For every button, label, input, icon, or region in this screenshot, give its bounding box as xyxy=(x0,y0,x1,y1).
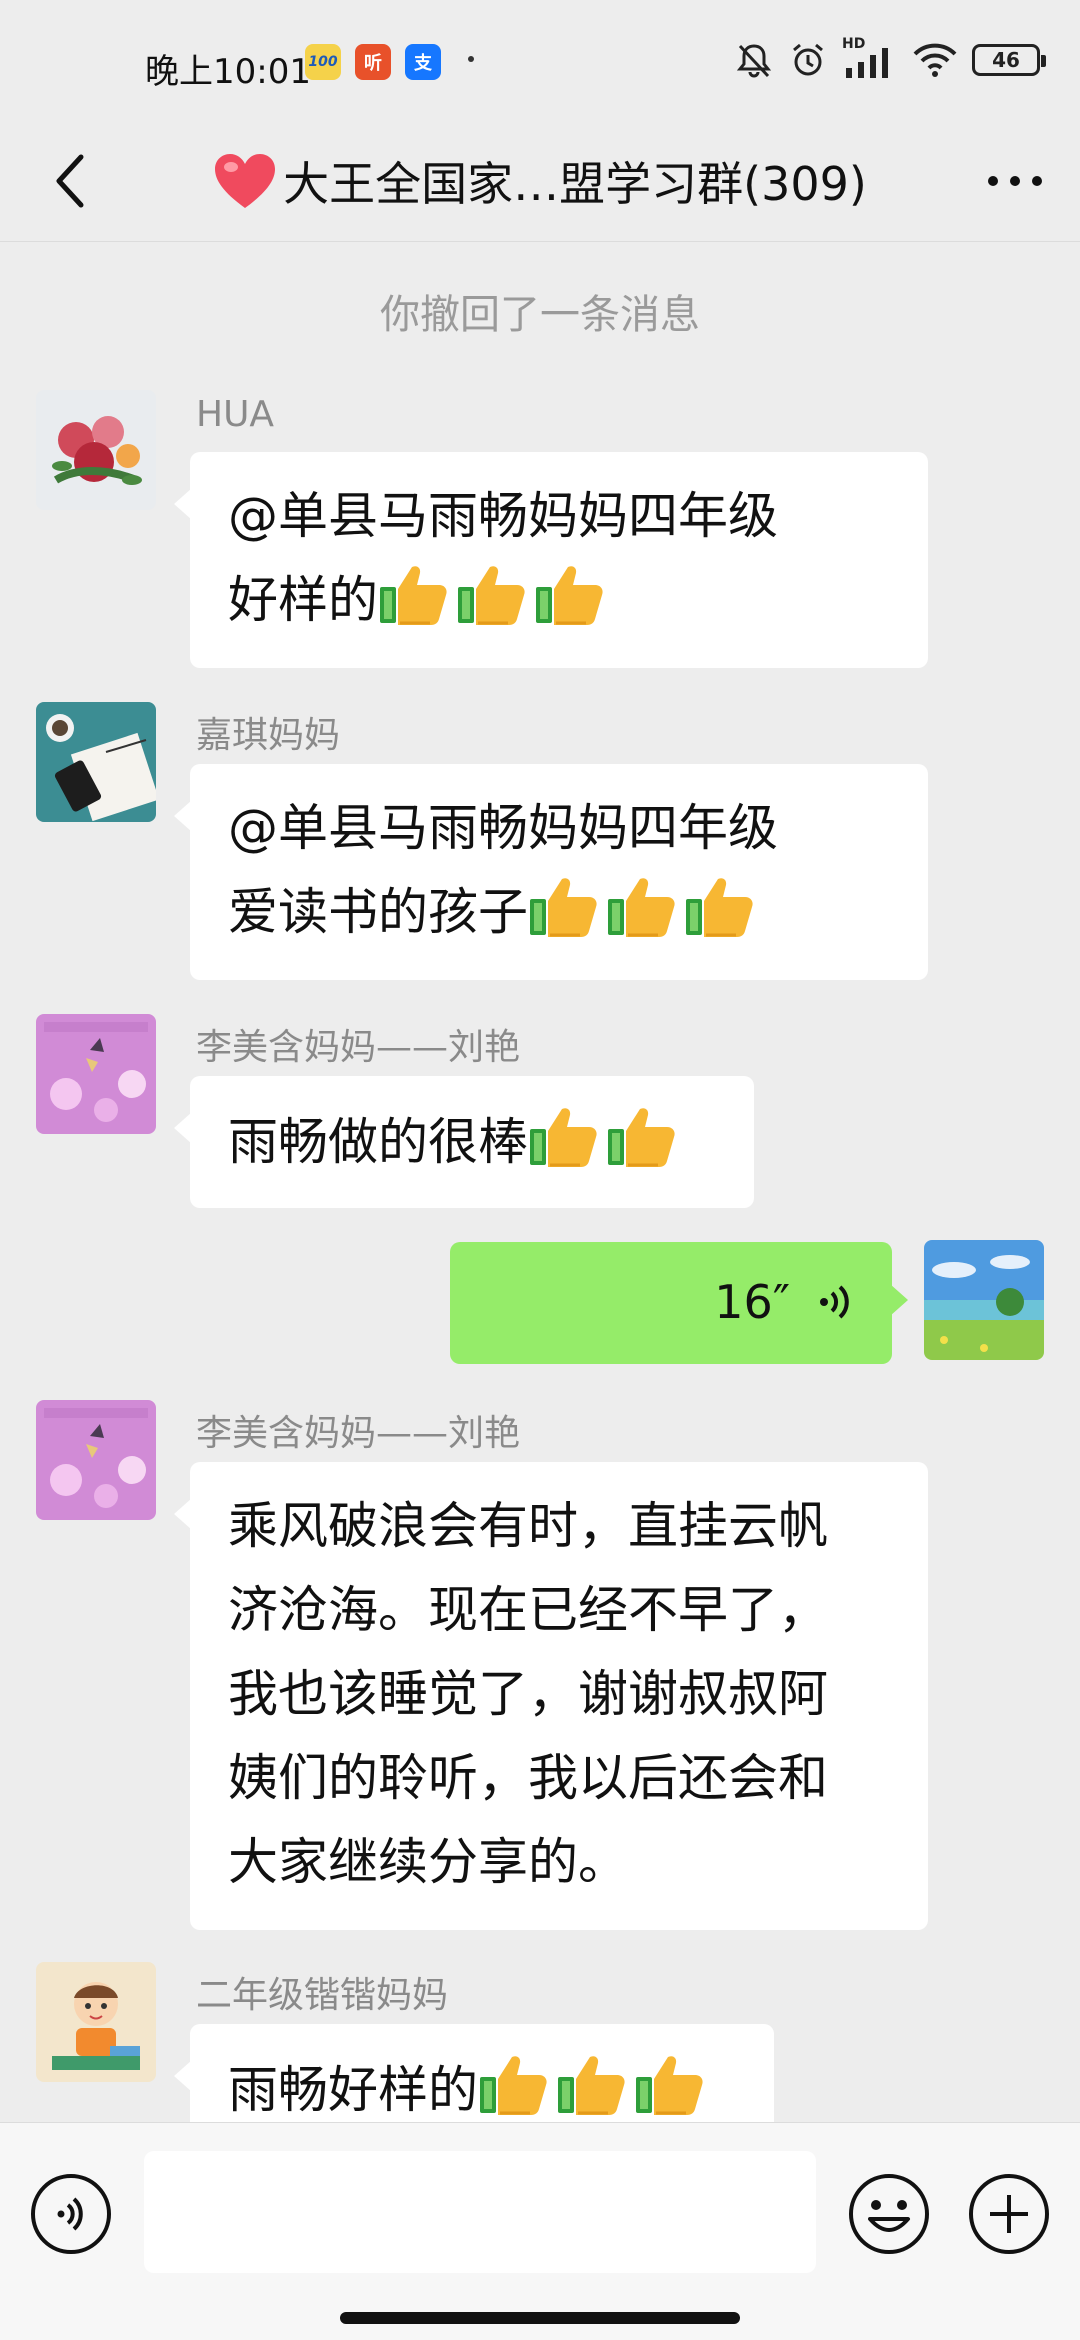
recalled-message-notice: 你撤回了一条消息 xyxy=(380,292,700,338)
input-bar xyxy=(0,2122,1080,2340)
message-item: HUA @单县马雨畅妈妈四年级 好样的 xyxy=(0,390,1080,690)
avatar[interactable] xyxy=(36,390,156,510)
message-text: 雨畅做的很棒 xyxy=(228,1113,528,1171)
sender-name: 二年级锴锴妈妈 xyxy=(196,1975,449,2016)
message-text: 大家继续分享的。 xyxy=(228,1833,628,1891)
thumbs-up-icon xyxy=(458,566,525,625)
voice-input-toggle-button[interactable] xyxy=(28,2171,114,2257)
message-item-self: 16″ xyxy=(0,1240,1080,1370)
avatar[interactable] xyxy=(36,1962,156,2082)
mute-bell-icon xyxy=(736,44,772,78)
chat-title: 大王全国家…盟学习群(309) xyxy=(170,148,910,214)
status-app-icons: 100 听 支 xyxy=(305,44,441,80)
message-bubble[interactable]: @单县马雨畅妈妈四年级 好样的 xyxy=(174,452,928,668)
sender-name: 李美含妈妈——刘艳 xyxy=(196,1413,521,1454)
thumbs-up-icon xyxy=(558,2056,625,2115)
message-item: 李美含妈妈——刘艳 乘风破浪会有时，直挂云帆 济沧海。现在已经不早了， 我也该睡… xyxy=(0,1400,1080,1930)
message-bubble[interactable]: 雨畅做的很棒 xyxy=(174,1076,754,1208)
alipay-app-icon: 支 xyxy=(405,44,441,80)
avatar[interactable] xyxy=(36,1014,156,1134)
voice-message-bubble[interactable]: 16″ xyxy=(450,1242,908,1364)
thumbs-up-icon xyxy=(380,566,447,625)
more-button[interactable] xyxy=(980,146,1050,216)
red-heart-icon xyxy=(215,154,276,208)
message-text: 我也该睡觉了，谢谢叔叔阿 xyxy=(228,1665,828,1723)
message-bubble[interactable]: 雨畅好样的 xyxy=(174,2024,774,2122)
emoji-button[interactable] xyxy=(846,2171,932,2257)
hd-signal-icon: HD xyxy=(842,36,898,80)
thumbs-up-icon xyxy=(636,2056,703,2115)
self-avatar[interactable] xyxy=(924,1240,1044,1360)
message-text: @单县马雨畅妈妈四年级 xyxy=(228,799,778,857)
message-text: 乘风破浪会有时，直挂云帆 xyxy=(228,1497,828,1555)
thumbs-up-icon xyxy=(686,878,753,937)
sender-name: HUA xyxy=(196,394,275,435)
message-text: 姨们的聆听，我以后还会和 xyxy=(228,1749,828,1807)
chat-header: 大王全国家…盟学习群(309) xyxy=(0,120,1080,242)
chat-message-list[interactable]: 你撤回了一条消息 HUA @单县马雨畅妈妈四年级 好样的 嘉琪妈妈 @单县马雨畅… xyxy=(0,242,1080,2122)
voice-content: 16″ xyxy=(714,1242,852,1362)
message-item: 二年级锴锴妈妈 雨畅好样的 xyxy=(0,1962,1080,2122)
back-button[interactable] xyxy=(36,146,106,216)
chevron-left-icon xyxy=(56,154,84,208)
sender-name: 嘉琪妈妈 xyxy=(196,715,341,756)
thumbs-up-icon xyxy=(608,878,675,937)
smiley-icon xyxy=(849,2174,929,2254)
message-text: @单县马雨畅妈妈四年级 xyxy=(228,487,778,545)
avatar[interactable] xyxy=(36,1400,156,1520)
thumbs-up-icon xyxy=(530,1108,597,1167)
message-item: 嘉琪妈妈 @单县马雨畅妈妈四年级 爱读书的孩子 xyxy=(0,702,1080,1002)
status-time: 晚上10:01 xyxy=(145,52,311,92)
message-input[interactable] xyxy=(144,2151,816,2273)
avatar[interactable] xyxy=(36,702,156,822)
more-functions-button[interactable] xyxy=(966,2171,1052,2257)
thumbs-up-icon xyxy=(480,2056,547,2115)
more-dots-icon xyxy=(988,176,1042,186)
voice-wave-icon xyxy=(820,1285,849,1319)
voice-input-icon xyxy=(31,2174,111,2254)
message-text-line-2: 好样的 xyxy=(228,558,890,642)
ting-app-icon: 听 xyxy=(355,44,391,80)
sender-name: 李美含妈妈——刘艳 xyxy=(196,1027,521,1068)
message-text: 爱读书的孩子 xyxy=(228,883,528,941)
message-bubble[interactable]: 乘风破浪会有时，直挂云帆 济沧海。现在已经不早了， 我也该睡觉了，谢谢叔叔阿 姨… xyxy=(174,1462,928,1930)
home-indicator[interactable] xyxy=(340,2312,740,2324)
message-text: 雨畅好样的 xyxy=(228,2061,478,2119)
status-dot xyxy=(468,56,474,62)
thumbs-up-icon xyxy=(536,566,603,625)
thumbs-up-icon xyxy=(530,878,597,937)
alarm-icon xyxy=(793,43,823,76)
voice-duration: 16″ xyxy=(714,1275,790,1329)
thumbs-up-icon xyxy=(608,1108,675,1167)
100-app-icon: 100 xyxy=(305,44,341,80)
message-bubble[interactable]: @单县马雨畅妈妈四年级 爱读书的孩子 xyxy=(174,764,928,980)
wifi-icon xyxy=(913,43,957,77)
chat-title-text: 大王全国家…盟学习群(309) xyxy=(283,157,867,211)
message-text: 好样的 xyxy=(228,571,378,629)
battery-icon: 46 xyxy=(972,44,1046,76)
plus-circle-icon xyxy=(969,2174,1049,2254)
battery-level: 46 xyxy=(992,48,1020,72)
status-bar: 晚上10:01 100 听 支 HD 46 xyxy=(0,0,1080,120)
message-text: 济沧海。现在已经不早了， xyxy=(228,1581,828,1639)
message-text-line-2: 爱读书的孩子 xyxy=(228,870,890,954)
message-item: 李美含妈妈——刘艳 雨畅做的很棒 xyxy=(0,1014,1080,1214)
status-right: HD 46 xyxy=(734,36,1046,80)
